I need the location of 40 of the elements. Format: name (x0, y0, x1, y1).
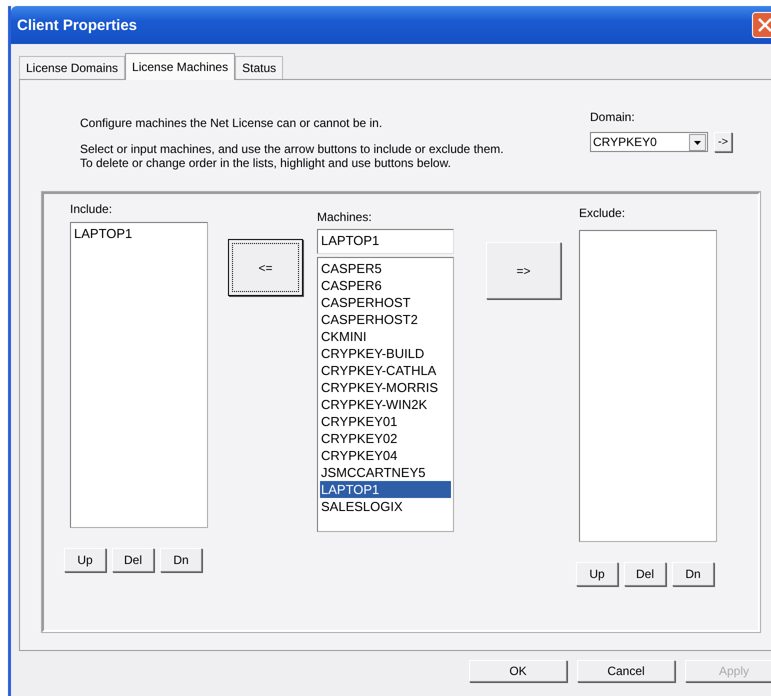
domain-dropdown[interactable]: CRYPKEY0 (590, 132, 708, 152)
list-button[interactable]: Up (64, 548, 106, 572)
list-item[interactable]: LAPTOP1 (320, 481, 451, 498)
list-item[interactable]: CRYPKEY-MORRIS (320, 379, 451, 396)
domain-label: Domain: (590, 110, 636, 124)
list-item[interactable]: CRYPKEY-BUILD (320, 345, 451, 362)
list-button[interactable]: Up (576, 562, 618, 586)
intro-text: Configure machines the Net License can or cannot be in. (80, 116, 384, 130)
list-item[interactable]: CASPERHOST2 (320, 311, 451, 328)
machine-input[interactable]: LAPTOP1 (317, 229, 454, 254)
list-button[interactable]: Del (624, 562, 666, 586)
instructions-text: Select or input machines, and use the arrow buttons to include or exclude them. To delete or change order in the lists, highlight and use buttons below. (80, 142, 505, 170)
tab[interactable]: License Machines (125, 53, 236, 80)
list-item[interactable]: CASPERHOST (320, 294, 451, 311)
list-item[interactable]: CRYPKEY-WIN2K (320, 396, 451, 413)
list-item[interactable]: CRYPKEY04 (320, 447, 451, 464)
list-item[interactable]: CASPER6 (320, 277, 451, 294)
tab[interactable]: Status (235, 56, 284, 79)
list-item[interactable]: JSMCCARTNEY5 (320, 464, 451, 481)
list-button[interactable]: Dn (672, 562, 714, 586)
machines-label: Machines: (317, 210, 373, 224)
dialog-button[interactable]: Cancel (577, 660, 675, 682)
go-button[interactable]: -> (714, 132, 732, 152)
close-icon[interactable] (752, 12, 771, 38)
list-item[interactable]: CRYPKEY-CATHLA (320, 362, 451, 379)
dialog-button[interactable]: OK (469, 660, 567, 682)
tab[interactable]: License Domains (19, 56, 126, 79)
include-arrow-button[interactable]: <= (228, 239, 303, 296)
list-item[interactable]: CRYPKEY01 (320, 413, 451, 430)
exclude-arrow-button[interactable]: => (486, 242, 561, 299)
window-title: Client Properties (17, 16, 138, 34)
list-item[interactable]: SALESLOGIX (320, 498, 451, 515)
list-item[interactable]: CRYPKEY02 (320, 430, 451, 447)
list-item[interactable]: LAPTOP1 (73, 225, 205, 242)
include-label: Include: (70, 202, 114, 216)
list-item[interactable]: CASPER5 (320, 260, 451, 277)
list-button[interactable]: Del (112, 548, 154, 572)
exclude-label: Exclude: (579, 206, 626, 220)
list-item[interactable]: CKMINI (320, 328, 451, 345)
list-button[interactable]: Dn (160, 548, 202, 572)
